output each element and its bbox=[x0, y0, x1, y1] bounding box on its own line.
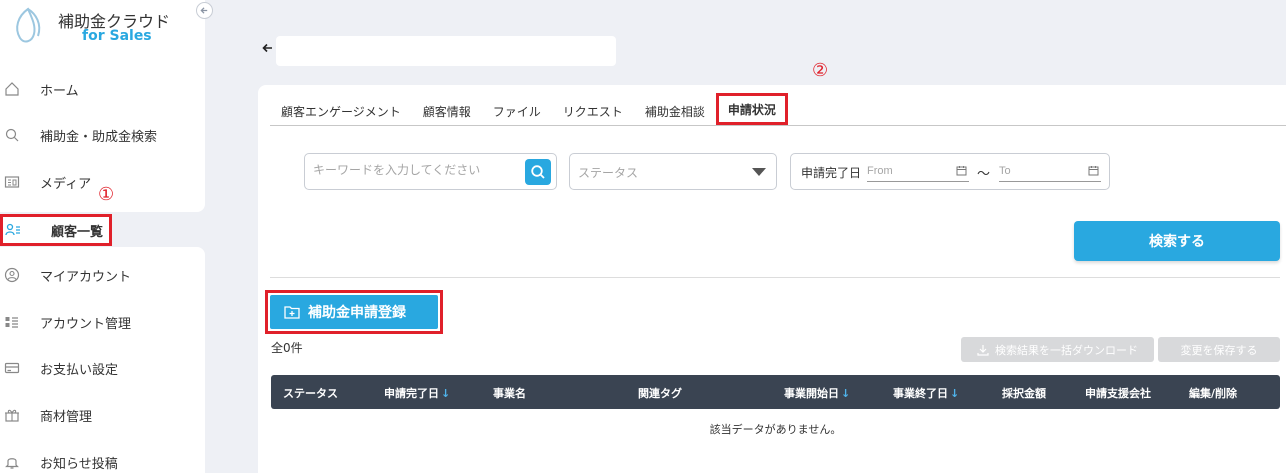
column-header-adopted-amount[interactable]: 採択金額 bbox=[1002, 385, 1046, 401]
column-header-support-company[interactable]: 申請支援会社 bbox=[1085, 385, 1151, 401]
callout-marker-1: ① bbox=[98, 184, 115, 205]
sidebar-item-notice-post[interactable]: お知らせ投稿 bbox=[0, 444, 205, 473]
date-to-field[interactable]: To bbox=[999, 164, 1101, 182]
save-changes-button[interactable]: 変更を保存する bbox=[1158, 337, 1280, 362]
sidebar-item-label: ホーム bbox=[40, 83, 79, 99]
tab-customer-info[interactable]: 顧客情報 bbox=[412, 97, 482, 125]
bulk-download-button[interactable]: 検索結果を一括ダウンロード bbox=[961, 337, 1154, 362]
sort-arrow-icon: ↓ bbox=[950, 387, 960, 400]
gift-icon bbox=[5, 409, 19, 422]
column-header-completion-date[interactable]: 申請完了日 ↓ bbox=[384, 385, 450, 401]
column-header-edit-delete[interactable]: 編集/削除 bbox=[1189, 385, 1237, 401]
register-button-label: 補助金申請登録 bbox=[308, 305, 406, 321]
logo-mark-icon bbox=[16, 7, 41, 43]
tab-application-status[interactable]: 申請状況 bbox=[715, 93, 788, 125]
back-arrow-icon[interactable] bbox=[262, 42, 273, 57]
tab-files[interactable]: ファイル bbox=[482, 97, 552, 125]
sidebar-item-customer-list[interactable]: 顧客一覧 bbox=[0, 214, 112, 246]
search-submit-button[interactable]: 検索する bbox=[1074, 221, 1280, 261]
calendar-icon bbox=[1088, 166, 1099, 176]
folder-plus-icon bbox=[284, 306, 300, 319]
download-icon bbox=[977, 344, 989, 356]
sort-arrow-icon: ↓ bbox=[441, 387, 451, 400]
tab-bar: 顧客エンゲージメント 顧客情報 ファイル リクエスト 補助金相談 申請状況 bbox=[270, 93, 788, 125]
search-icon bbox=[5, 128, 19, 142]
sidebar-item-label: お支払い設定 bbox=[40, 362, 119, 378]
credit-card-icon bbox=[4, 362, 20, 374]
sidebar-item-product-management[interactable]: 商材管理 bbox=[0, 397, 205, 433]
user-circle-icon bbox=[4, 267, 20, 283]
completion-date-filter: 申請完了日 From ～ To bbox=[790, 153, 1110, 190]
column-header-label: 事業終了日 bbox=[893, 387, 948, 400]
sidebar-item-label: 商材管理 bbox=[40, 409, 93, 425]
app-logo[interactable]: 補助金クラウド for Sales bbox=[10, 4, 190, 44]
page-title-masked bbox=[276, 36, 616, 66]
sidebar-item-payment-settings[interactable]: お支払い設定 bbox=[0, 350, 205, 386]
logo-subtitle: for Sales bbox=[82, 28, 152, 44]
tab-customer-engagement[interactable]: 顧客エンゲージメント bbox=[270, 97, 412, 125]
date-from-placeholder: From bbox=[867, 165, 893, 177]
sidebar-item-label: お知らせ投稿 bbox=[40, 456, 118, 472]
sidebar-item-label: アカウント管理 bbox=[40, 316, 132, 332]
callout-marker-2: ② bbox=[812, 60, 829, 81]
sort-arrow-icon: ↓ bbox=[841, 387, 851, 400]
media-icon bbox=[4, 176, 20, 188]
search-icon bbox=[531, 165, 545, 179]
column-header-project-name[interactable]: 事業名 bbox=[493, 385, 526, 401]
sidebar-item-label: メディア bbox=[40, 176, 92, 192]
main-card bbox=[258, 85, 1286, 473]
subsidy-application-register-button[interactable]: 補助金申請登録 bbox=[270, 295, 438, 329]
account-manage-icon bbox=[5, 317, 18, 328]
date-range-separator: ～ bbox=[977, 167, 991, 182]
keyword-search-box bbox=[304, 153, 557, 190]
column-header-label: 事業開始日 bbox=[784, 387, 839, 400]
status-select[interactable]: ステータス bbox=[569, 153, 777, 190]
date-to-placeholder: To bbox=[999, 165, 1011, 177]
arrow-left-icon bbox=[200, 7, 208, 14]
sidebar-item-my-account[interactable]: マイアカウント bbox=[0, 257, 205, 293]
tab-subsidy-consultation[interactable]: 補助金相談 bbox=[634, 97, 716, 125]
tab-requests[interactable]: リクエスト bbox=[552, 97, 634, 125]
customer-list-icon bbox=[5, 223, 20, 236]
register-highlight: 補助金申請登録 bbox=[265, 290, 443, 334]
completion-date-label: 申請完了日 bbox=[801, 166, 862, 180]
column-header-end-date[interactable]: 事業終了日 ↓ bbox=[893, 385, 959, 401]
calendar-icon bbox=[956, 166, 967, 176]
status-select-placeholder: ステータス bbox=[578, 166, 639, 180]
sidebar-item-account-management[interactable]: アカウント管理 bbox=[0, 304, 205, 340]
sidebar: 補助金クラウド for Sales ホーム 補助金・助成金検索 メディア 顧客一… bbox=[0, 0, 213, 473]
sidebar-item-subsidy-search[interactable]: 補助金・助成金検索 bbox=[0, 117, 205, 153]
chevron-down-icon bbox=[752, 168, 766, 176]
column-header-start-date[interactable]: 事業開始日 ↓ bbox=[784, 385, 850, 401]
home-icon bbox=[5, 82, 19, 96]
bell-icon bbox=[5, 458, 19, 469]
section-divider bbox=[270, 277, 1280, 278]
keyword-search-input[interactable] bbox=[313, 163, 518, 177]
tab-divider bbox=[270, 125, 1286, 126]
table-empty-message: 該当データがありません。 bbox=[709, 423, 842, 436]
sidebar-item-label: 補助金・助成金検索 bbox=[40, 129, 158, 145]
column-header-related-tags[interactable]: 関連タグ bbox=[638, 385, 682, 401]
table-header: ステータス 申請完了日 ↓ 事業名 関連タグ 事業開始日 ↓ 事業終了日 ↓ 採択金額… bbox=[271, 375, 1280, 409]
sidebar-item-home[interactable]: ホーム bbox=[0, 71, 205, 107]
sidebar-collapse-button[interactable] bbox=[196, 2, 213, 19]
column-header-status[interactable]: ステータス bbox=[283, 385, 338, 401]
sidebar-item-label: 顧客一覧 bbox=[51, 224, 104, 240]
sidebar-item-label: マイアカウント bbox=[40, 269, 132, 285]
date-from-field[interactable]: From bbox=[867, 164, 969, 182]
column-header-label: 申請完了日 bbox=[384, 387, 439, 400]
bulk-download-label: 検索結果を一括ダウンロード bbox=[995, 343, 1138, 357]
total-count: 全0件 bbox=[271, 341, 303, 355]
keyword-search-button[interactable] bbox=[525, 159, 551, 185]
